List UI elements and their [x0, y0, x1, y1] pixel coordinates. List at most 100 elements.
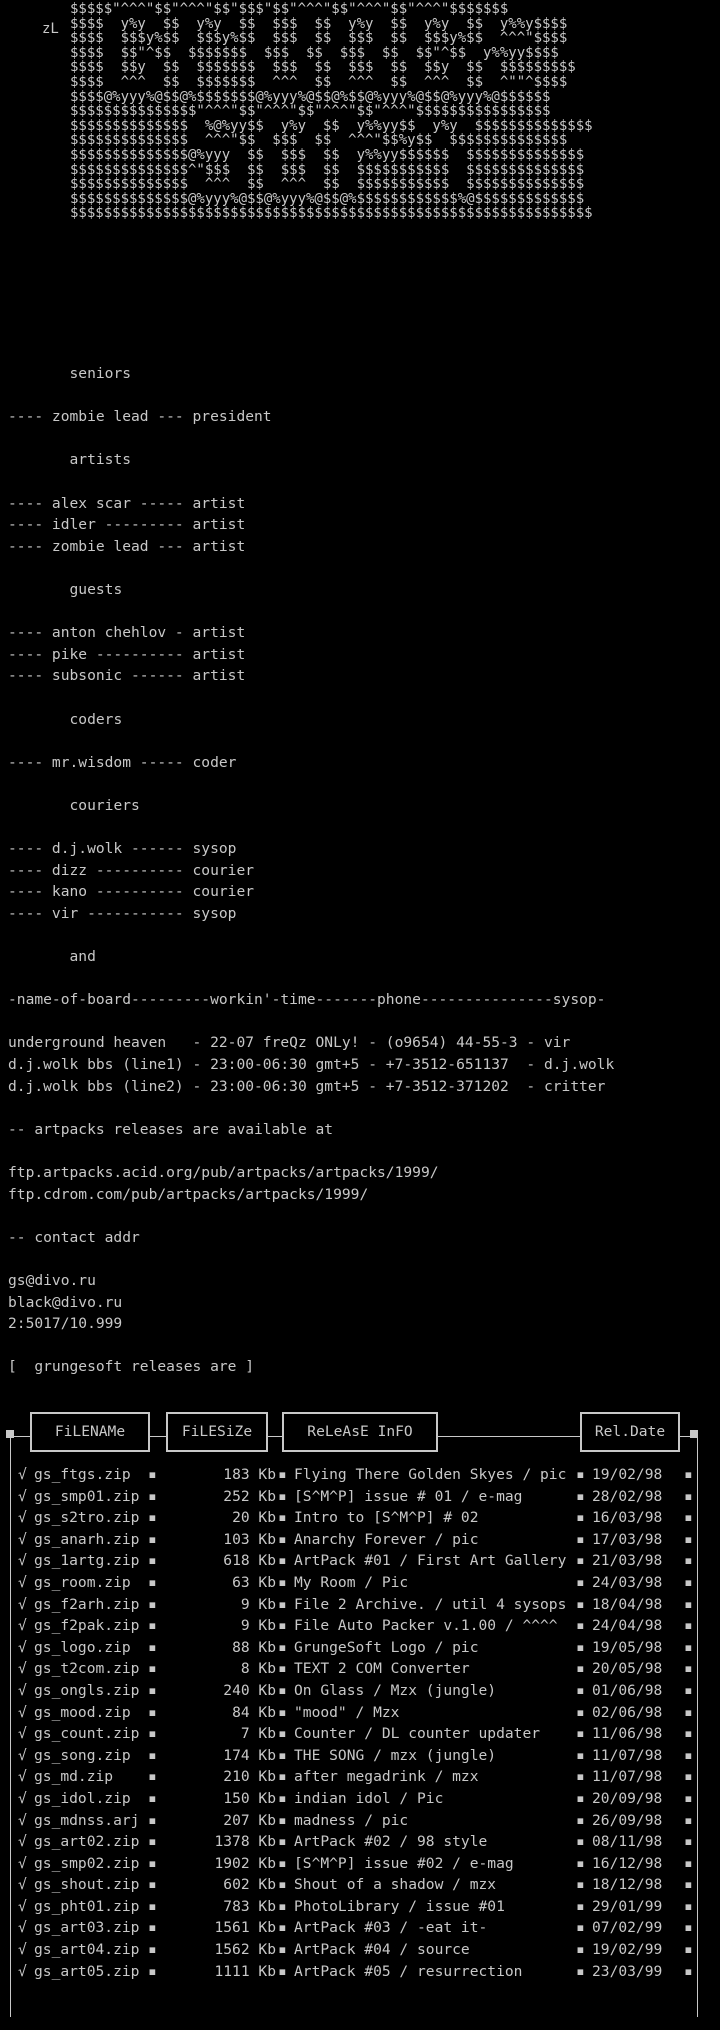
header-rel-date[interactable]: Rel.Date — [580, 1412, 680, 1452]
table-row[interactable]: √ gs_art03.zip ▪ 1561 Kb ▪ ArtPack #03 / -eat… — [14, 1917, 694, 1939]
file-name: gs_pht01.zip — [34, 1897, 140, 1915]
check-icon: √ — [18, 1487, 27, 1505]
separator-block: ▪ — [278, 1552, 287, 1570]
file-size: 618 Kb — [223, 1552, 276, 1570]
table-row[interactable]: √ gs_ongls.zip ▪ 240 Kb ▪ On Glass / Mzx (jun… — [14, 1680, 694, 1702]
contact-fidonet: 2:5017/10.999 — [8, 1315, 123, 1333]
board-row: d.j.wolk bbs (line2) - 23:00-06:30 gmt+5… — [8, 1077, 606, 1095]
separator-block: ▪ — [576, 1595, 585, 1613]
table-row[interactable]: √ gs_idol.zip ▪ 150 Kb ▪ indian idol / Pic ▪ 20… — [14, 1788, 694, 1810]
table-row[interactable]: √ gs_count.zip ▪ 7 Kb ▪ Counter / DL counter … — [14, 1723, 694, 1745]
table-row[interactable]: √ gs_ftgs.zip ▪ 183 Kb ▪ Flying There Golden … — [14, 1464, 694, 1486]
file-size: 150 Kb — [223, 1789, 276, 1807]
separator-block: ▪ — [684, 1919, 693, 1937]
separator-block: ▪ — [576, 1962, 585, 1980]
header-release-info[interactable]: ReLeAsE InFO — [282, 1412, 438, 1452]
check-icon: √ — [18, 1833, 27, 1851]
file-name: gs_f2pak.zip — [34, 1617, 140, 1635]
release-info: ArtPack #04 / source — [294, 1941, 470, 1959]
table-row[interactable]: √ gs_f2arh.zip ▪ 9 Kb ▪ File 2 Archive. / uti… — [14, 1594, 694, 1616]
table-row[interactable]: √ gs_smp01.zip ▪ 252 Kb ▪ [S^M^P] issue # 01 … — [14, 1486, 694, 1508]
check-icon: √ — [18, 1941, 27, 1959]
table-row[interactable]: √ gs_song.zip ▪ 174 Kb ▪ THE SONG / mzx (jung… — [14, 1745, 694, 1767]
artpacks-url[interactable]: ftp.cdrom.com/pub/artpacks/artpacks/1999… — [8, 1184, 614, 1206]
file-name: gs_art02.zip — [34, 1833, 140, 1851]
table-row[interactable]: √ gs_logo.zip ▪ 88 Kb ▪ GrungeSoft Logo / pic… — [14, 1637, 694, 1659]
logo-art-line: $$$$$$$$$$$$$$^"$$$ $$ $$$ $$ $$$$$$$$$$… — [70, 161, 585, 178]
separator-block: ▪ — [148, 1552, 157, 1570]
release-info: [S^M^P] issue #02 / e-mag — [294, 1854, 514, 1872]
release-info: indian idol / Pic — [294, 1789, 444, 1807]
check-icon: √ — [18, 1725, 27, 1743]
separator-block: ▪ — [684, 1876, 693, 1894]
header-filesize[interactable]: FiLESiZe — [166, 1412, 268, 1452]
file-size: 20 Kb — [232, 1509, 276, 1527]
separator-block: ▪ — [148, 1919, 157, 1937]
logo-art-line: $$$$ $$$y%$$ $$$y%$$ $$$ $$ $$$ $$ $$$y%… — [70, 30, 568, 47]
contact-email[interactable]: black@divo.ru — [8, 1292, 614, 1314]
table-row[interactable]: √ gs_s2tro.zip ▪ 20 Kb ▪ Intro to [S^M^P] # 0… — [14, 1507, 694, 1529]
file-size: 1561 Kb — [214, 1919, 276, 1937]
separator-block: ▪ — [148, 1811, 157, 1829]
separator-block: ▪ — [148, 1854, 157, 1872]
logo-art-line: $$$$$$$$$$$$$$ ^^^"$$ $$$ $$ ^^^"$$%y$$ … — [70, 132, 568, 149]
separator-block: ▪ — [684, 1725, 693, 1743]
table-row[interactable]: √ gs_mdnss.arj ▪ 207 Kb ▪ madness / pic ▪ 26/09… — [14, 1810, 694, 1832]
separator-block: ▪ — [684, 1746, 693, 1764]
release-info: TEXT 2 COM Converter — [294, 1660, 470, 1678]
table-row[interactable]: √ gs_1artg.zip ▪ 618 Kb ▪ ArtPack #01 / First… — [14, 1550, 694, 1572]
board-row: underground heaven - 22-07 freQz ONLy! -… — [8, 1034, 571, 1052]
separator-block: ▪ — [684, 1530, 693, 1548]
table-row[interactable]: √ gs_room.zip ▪ 63 Kb ▪ My Room / Pic ▪ 24/03/9… — [14, 1572, 694, 1594]
release-date: 16/12/98 — [592, 1854, 663, 1872]
file-name: gs_smp01.zip — [34, 1487, 140, 1505]
release-info: after megadrink / mzx — [294, 1768, 479, 1786]
table-row[interactable]: √ gs_art05.zip ▪ 1111 Kb ▪ ArtPack #05 / resu… — [14, 1961, 694, 1983]
check-icon: √ — [18, 1530, 27, 1548]
table-row[interactable]: √ gs_shout.zip ▪ 602 Kb ▪ Shout of a shadow /… — [14, 1874, 694, 1896]
separator-block: ▪ — [148, 1725, 157, 1743]
logo-signature: zL — [42, 21, 59, 37]
separator-block: ▪ — [684, 1638, 693, 1656]
release-info: Flying There Golden Skyes / pic — [294, 1466, 567, 1483]
logo-art-line: $$$$@%yyy%@$$@%$$$$$$$@%yyy%@$$@%$$@%yyy… — [70, 88, 551, 105]
release-date: 16/03/98 — [592, 1509, 663, 1527]
header-filename[interactable]: FiLENAMe — [30, 1412, 150, 1452]
file-name: gs_logo.zip — [34, 1638, 131, 1656]
table-row[interactable]: √ gs_art02.zip ▪ 1378 Kb ▪ ArtPack #02 / 98 s… — [14, 1831, 694, 1853]
file-name: gs_art03.zip — [34, 1919, 140, 1937]
logo-art-line: $$$$ ^^^ $$ $$$$$$$ ^^^ $$ ^^^ $$ ^^^ $$… — [70, 73, 568, 90]
nfo-body: seniors ---- zombie lead --- president a… — [8, 363, 614, 1378]
separator-block: ▪ — [684, 1768, 693, 1786]
release-date: 21/03/98 — [592, 1552, 663, 1570]
separator-block: ▪ — [148, 1466, 157, 1483]
table-row[interactable]: √ gs_smp02.zip ▪ 1902 Kb ▪ [S^M^P] issue #02 … — [14, 1853, 694, 1875]
table-row[interactable]: √ gs_art04.zip ▪ 1562 Kb ▪ ArtPack #04 / sour… — [14, 1939, 694, 1961]
release-info: File Auto Packer v.1.00 / ^^^^ — [294, 1617, 558, 1635]
check-icon: √ — [18, 1962, 27, 1980]
check-icon: √ — [18, 1789, 27, 1807]
table-row[interactable]: √ gs_md.zip ▪ 210 Kb ▪ after megadrink / mzx ▪… — [14, 1766, 694, 1788]
artpacks-url[interactable]: ftp.artpacks.acid.org/pub/artpacks/artpa… — [8, 1162, 614, 1184]
table-row[interactable]: √ gs_t2com.zip ▪ 8 Kb ▪ TEXT 2 COM Converter ▪… — [14, 1658, 694, 1680]
separator-block: ▪ — [576, 1530, 585, 1548]
file-size: 84 Kb — [232, 1703, 276, 1721]
table-row[interactable]: √ gs_pht01.zip ▪ 783 Kb ▪ PhotoLibrary / issu… — [14, 1896, 694, 1918]
table-row[interactable]: √ gs_f2pak.zip ▪ 9 Kb ▪ File Auto Packer v.1.… — [14, 1615, 694, 1637]
release-date: 20/09/98 — [592, 1789, 663, 1807]
separator-block: ▪ — [148, 1833, 157, 1851]
release-info: THE SONG / mzx (jungle) — [294, 1746, 497, 1764]
file-size: 9 Kb — [240, 1595, 276, 1613]
separator-block: ▪ — [278, 1530, 287, 1548]
table-row[interactable]: √ gs_anarh.zip ▪ 103 Kb ▪ Anarchy Forever / p… — [14, 1529, 694, 1551]
section-title-coders: coders — [69, 710, 123, 728]
separator-block: ▪ — [576, 1876, 585, 1894]
release-date: 24/03/98 — [592, 1573, 663, 1591]
table-row[interactable]: √ gs_mood.zip ▪ 84 Kb ▪ "mood" / Mzx ▪ 02/06/98… — [14, 1702, 694, 1724]
separator-block: ▪ — [148, 1573, 157, 1591]
contact-email[interactable]: gs@divo.ru — [8, 1270, 614, 1292]
separator-block: ▪ — [278, 1789, 287, 1807]
separator-block: ▪ — [576, 1768, 585, 1786]
file-size: 8 Kb — [240, 1660, 276, 1678]
separator-block: ▪ — [576, 1725, 585, 1743]
